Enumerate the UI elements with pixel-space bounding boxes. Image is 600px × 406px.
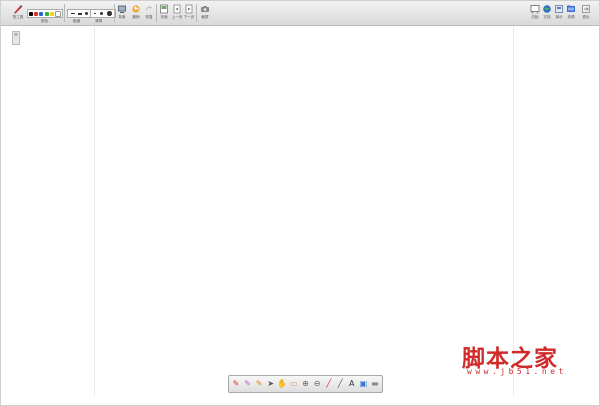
line-style-selector[interactable] [67, 9, 91, 18]
whiteboard-label: 白板 [531, 15, 539, 19]
text-icon[interactable]: A [348, 379, 356, 389]
whiteboard-icon [530, 5, 540, 14]
pointer-icon[interactable]: ➤ [267, 379, 275, 389]
folder-icon [567, 5, 575, 12]
camera-icon [201, 6, 209, 12]
background-icon [118, 5, 126, 13]
width-small-icon [94, 12, 96, 15]
app-window: 笔工具 颜色 粗细 清屏 背景 撤销 恢复 页面 上一页 下一页 截屏 白板 文… [0, 0, 600, 406]
page-icon [160, 4, 168, 14]
color-swatch[interactable] [44, 11, 49, 16]
divider [64, 4, 65, 22]
presentation-button[interactable]: 演示 [553, 3, 565, 23]
document-label: 文档 [543, 15, 551, 19]
width-medium-icon [99, 12, 103, 15]
color-swatch[interactable] [55, 10, 62, 17]
color-swatch[interactable] [28, 11, 33, 16]
redo-icon [145, 6, 152, 11]
eraser-icon[interactable]: ▭ [290, 379, 298, 389]
prev-page-button[interactable]: 上一页 [171, 3, 183, 23]
exit-icon [582, 5, 590, 13]
document-button[interactable]: 文档 [541, 3, 553, 23]
background-button[interactable]: 背景 [116, 3, 128, 23]
prev-page-icon [173, 4, 181, 14]
top-toolbar: 笔工具 颜色 粗细 清屏 背景 撤销 恢复 页面 上一页 下一页 截屏 白板 文… [1, 1, 599, 26]
sidebar-toggle-handle[interactable]: ≡ [12, 31, 20, 45]
pen-width-selector[interactable] [90, 9, 116, 18]
color-palette[interactable] [27, 9, 63, 18]
page-button[interactable]: 页面 [158, 3, 170, 23]
page-label: 页面 [160, 15, 168, 19]
redo-label: 恢复 [145, 15, 153, 19]
divider [156, 4, 157, 22]
screenshot-label: 截屏 [201, 15, 209, 19]
medium-line-icon [77, 12, 82, 15]
resource-label: 资源 [567, 15, 575, 19]
keyboard-icon[interactable]: ▬ [371, 379, 379, 389]
color-swatch[interactable] [39, 11, 44, 16]
pen-icon [14, 5, 23, 14]
undo-label: 撤销 [132, 15, 140, 19]
zoom-out-icon[interactable]: ⊖ [313, 379, 321, 389]
hand-icon[interactable]: ✋ [277, 379, 287, 389]
presentation-icon [555, 5, 563, 13]
pen-tool-label: 笔工具 [12, 15, 24, 19]
pen-icon[interactable]: ✎ [232, 379, 240, 389]
prev-page-label: 上一页 [171, 15, 183, 19]
whiteboard-button[interactable]: 白板 [529, 3, 541, 23]
highlighter-icon[interactable]: ✎ [244, 379, 252, 389]
left-margin-line [94, 26, 95, 397]
screenshot-button[interactable]: 截屏 [198, 3, 212, 23]
ruler-icon[interactable]: ╱ [336, 379, 344, 389]
divider [114, 4, 115, 22]
next-page-button[interactable]: 下一页 [183, 3, 195, 23]
divider [196, 4, 197, 22]
color-label: 颜色 [41, 19, 49, 23]
next-page-label: 下一页 [183, 15, 195, 19]
bottom-toolbar: ✎ ✎ ✎ ➤ ✋ ▭ ⊕ ⊖ ╱ ╱ A ▣ ▬ [228, 375, 383, 393]
color-swatch[interactable] [49, 11, 54, 16]
color-swatch[interactable] [33, 11, 38, 16]
exit-label: 退出 [582, 15, 590, 19]
undo-button[interactable]: 撤销 [130, 3, 142, 23]
zoom-in-icon[interactable]: ⊕ [301, 379, 309, 389]
width-label: 粗细 [73, 19, 81, 23]
background-label: 背景 [118, 15, 126, 19]
next-page-icon [185, 4, 193, 14]
undo-icon [132, 5, 140, 13]
image-icon[interactable]: ▣ [359, 379, 368, 389]
presentation-label: 演示 [555, 15, 563, 19]
dot-icon [84, 12, 88, 15]
pen-tool-button[interactable]: 笔工具 [11, 3, 25, 23]
exit-button[interactable]: 退出 [577, 3, 595, 23]
width-large-icon [107, 11, 112, 16]
watermark-url: www.jb51.net [467, 367, 567, 376]
line-icon[interactable]: ╱ [325, 379, 333, 389]
brush-icon[interactable]: ✎ [255, 379, 263, 389]
resource-button[interactable]: 资源 [565, 3, 577, 23]
globe-icon [543, 5, 551, 13]
redo-button[interactable]: 恢复 [143, 3, 155, 23]
clear-label: 清屏 [95, 19, 103, 23]
thin-line-icon [70, 13, 75, 14]
